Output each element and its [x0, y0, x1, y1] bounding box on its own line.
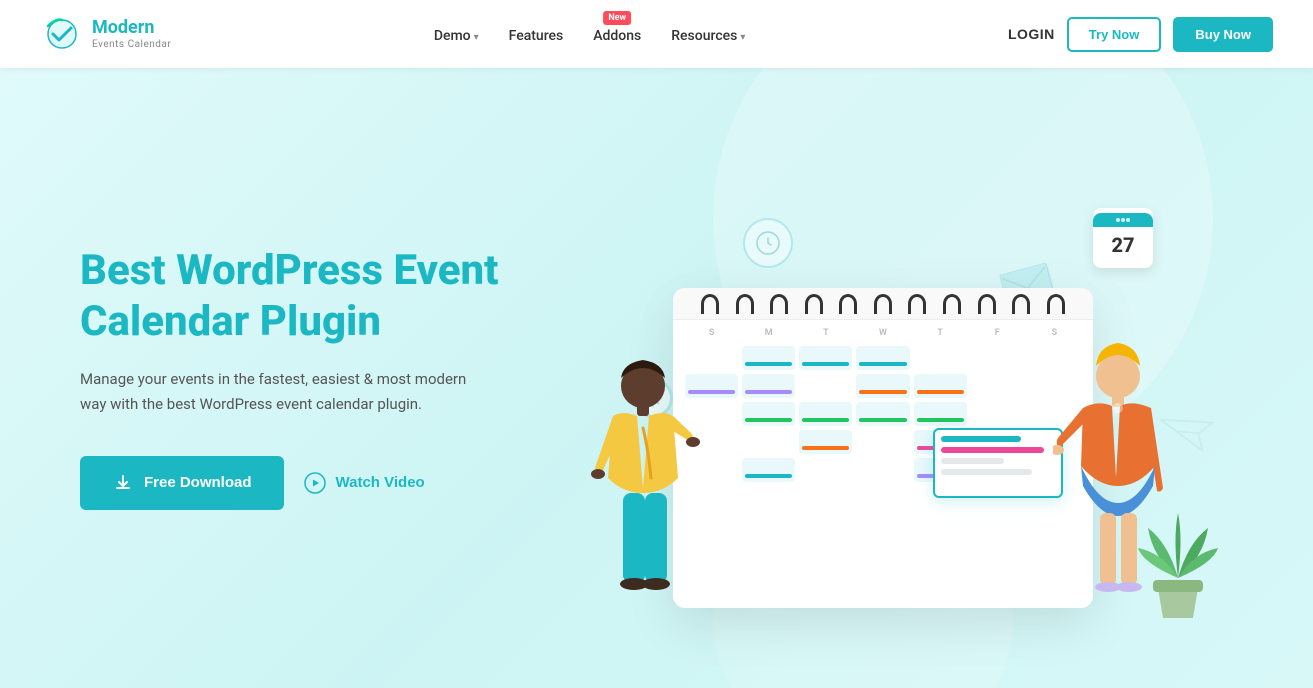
- cal-cell: [914, 374, 967, 398]
- cal-cell: [799, 458, 852, 482]
- nav-item-addons[interactable]: New Addons: [593, 25, 641, 44]
- ring: [943, 294, 961, 314]
- download-label: Free Download: [144, 474, 252, 491]
- cal-cell: [856, 458, 909, 482]
- cal-cell: [971, 374, 1024, 398]
- hero-description: Manage your events in the fastest, easie…: [80, 367, 500, 418]
- hero-title-line2: Calendar Plugin: [80, 297, 381, 346]
- nav-links: Demo▾ Features New Addons Resources▾: [434, 25, 746, 44]
- cal-day-w: W: [856, 328, 909, 338]
- highlight-line-4: [941, 469, 1032, 475]
- free-download-button[interactable]: Free Download: [80, 456, 284, 510]
- cal-cell: [971, 346, 1024, 370]
- navigation: Modern Events Calendar Demo▾ Features Ne…: [0, 0, 1313, 68]
- hero-content: Best WordPress Event Calendar Plugin Man…: [80, 246, 560, 510]
- calendar-highlight-box: [933, 428, 1063, 498]
- ring: [839, 294, 857, 314]
- cal-cell: [742, 374, 795, 398]
- nav-link-addons[interactable]: Addons: [593, 28, 641, 44]
- cal-cell: [856, 374, 909, 398]
- cal-day-t: T: [799, 328, 852, 338]
- nav-right: LOGIN Try Now Buy Now: [1008, 17, 1273, 52]
- ring: [978, 294, 996, 314]
- cal-cell: [799, 402, 852, 426]
- cal-day-s: S: [685, 328, 738, 338]
- ring: [874, 294, 892, 314]
- cal-day-f: F: [971, 328, 1024, 338]
- logo[interactable]: Modern Events Calendar: [40, 12, 171, 56]
- cal-row-1: [685, 346, 1081, 370]
- hero-title-line1: Best WordPress Event: [80, 246, 498, 295]
- cal-cell: [799, 346, 852, 370]
- try-now-button[interactable]: Try Now: [1067, 17, 1162, 52]
- cal-cell: [971, 402, 1024, 426]
- cal-cell: [856, 430, 909, 454]
- cal-cell: [856, 346, 909, 370]
- ring: [1047, 294, 1065, 314]
- float-calendar-widget: 27: [1093, 208, 1153, 268]
- login-button[interactable]: LOGIN: [1008, 26, 1055, 42]
- highlight-line-2: [941, 447, 1044, 453]
- cal-row-2: [685, 374, 1081, 398]
- person1-illustration: [583, 348, 703, 628]
- play-icon: [304, 472, 326, 494]
- nav-link-resources[interactable]: Resources▾: [671, 28, 745, 44]
- nav-item-resources[interactable]: Resources▾: [671, 25, 745, 44]
- highlight-line-1: [941, 436, 1021, 442]
- calendar-header: S M T W T F S: [673, 320, 1093, 342]
- cal-cell: [742, 458, 795, 482]
- cal-day-m: M: [742, 328, 795, 338]
- cal-row-3: [685, 402, 1081, 426]
- ring: [736, 294, 754, 314]
- hero-buttons: Free Download Watch Video: [80, 456, 560, 510]
- hero-title: Best WordPress Event Calendar Plugin: [80, 246, 560, 347]
- float-clock: [743, 218, 793, 268]
- plant-decoration: [1133, 508, 1223, 638]
- calendar-day-number: 27: [1111, 227, 1134, 263]
- highlight-line-3: [941, 458, 1004, 464]
- download-icon: [112, 472, 134, 494]
- nav-item-features[interactable]: Features: [509, 25, 564, 44]
- addons-badge: New: [603, 11, 631, 25]
- cal-cell: [914, 346, 967, 370]
- watch-video-button[interactable]: Watch Video: [304, 472, 425, 494]
- buy-now-button[interactable]: Buy Now: [1173, 17, 1273, 52]
- cal-cell: [799, 430, 852, 454]
- ring: [908, 294, 926, 314]
- ring: [1012, 294, 1030, 314]
- hero-illustration: 27: [560, 68, 1233, 688]
- cal-day-t2: T: [914, 328, 967, 338]
- cal-day-s2: S: [1028, 328, 1081, 338]
- logo-icon: [40, 12, 84, 56]
- cal-cell: [799, 374, 852, 398]
- cal-cell: [914, 402, 967, 426]
- nav-link-features[interactable]: Features: [509, 28, 564, 44]
- float-calendar-top: [1093, 213, 1153, 227]
- logo-modern-text: Modern: [92, 17, 171, 39]
- logo-subtitle: Events Calendar: [92, 39, 171, 51]
- cal-cell: [742, 402, 795, 426]
- calendar-main: S M T W T F S: [673, 288, 1093, 608]
- ring: [770, 294, 788, 314]
- cal-cell: [856, 402, 909, 426]
- nav-item-demo[interactable]: Demo▾: [434, 25, 479, 44]
- watch-label: Watch Video: [336, 474, 425, 491]
- ring: [805, 294, 823, 314]
- calendar-illustration: 27: [593, 208, 1213, 668]
- cal-cell: [742, 346, 795, 370]
- cal-cell: [742, 430, 795, 454]
- ring: [701, 294, 719, 314]
- calendar-rings: [673, 288, 1093, 320]
- hero-section: Best WordPress Event Calendar Plugin Man…: [0, 68, 1313, 688]
- nav-link-demo[interactable]: Demo▾: [434, 28, 479, 44]
